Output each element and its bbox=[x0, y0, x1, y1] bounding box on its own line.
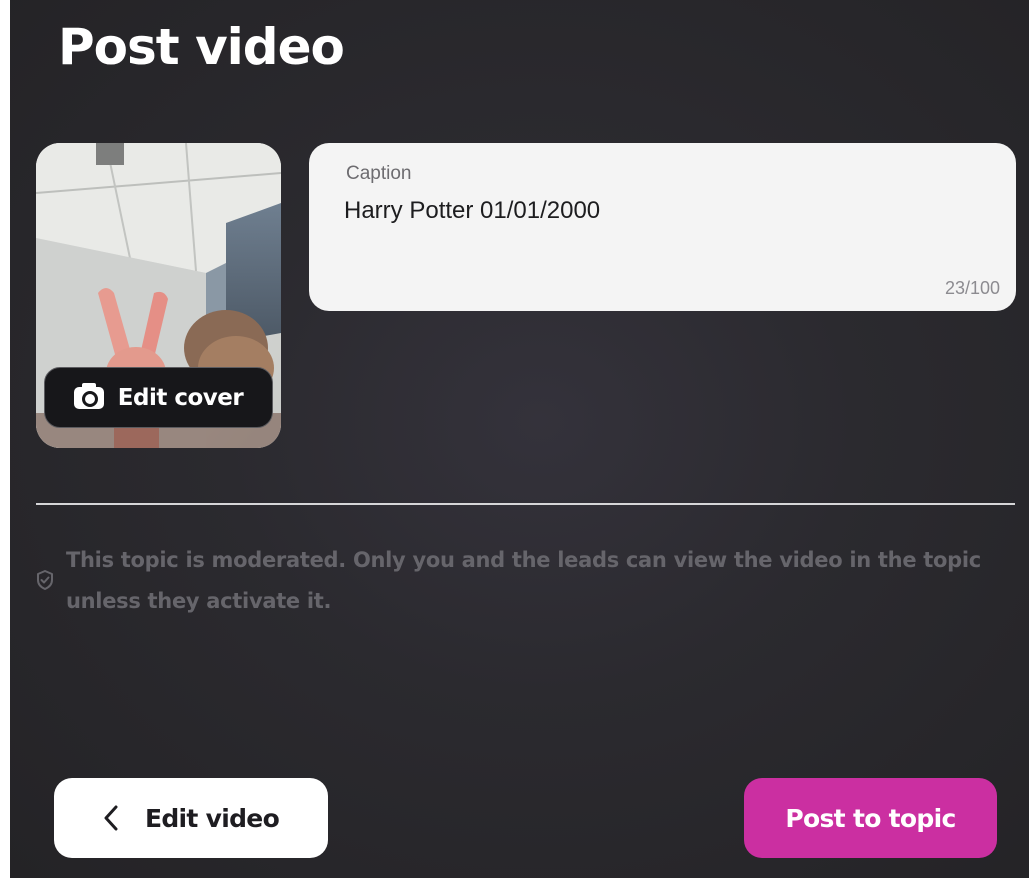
edit-video-label: Edit video bbox=[144, 803, 280, 833]
page-title: Post video bbox=[58, 18, 345, 76]
post-to-topic-button[interactable]: Post to topic bbox=[744, 778, 997, 858]
caption-input[interactable] bbox=[344, 197, 974, 225]
edit-video-button[interactable]: Edit video bbox=[54, 778, 328, 858]
caption-label: Caption bbox=[346, 163, 412, 184]
edit-cover-label: Edit cover bbox=[117, 384, 244, 411]
chevron-left-icon bbox=[104, 805, 118, 831]
caption-character-count: 23/100 bbox=[944, 278, 1000, 298]
shield-check-icon bbox=[37, 570, 53, 590]
caption-field[interactable]: Caption 23/100 bbox=[309, 143, 1016, 311]
post-to-topic-label: Post to topic bbox=[785, 803, 956, 833]
video-cover-thumbnail[interactable]: Edit cover bbox=[36, 143, 281, 448]
moderation-notice-text: This topic is moderated. Only you and th… bbox=[66, 548, 981, 613]
camera-icon bbox=[73, 382, 104, 409]
post-video-panel: Post video Edit cover Caption Harry Pott… bbox=[10, 0, 1029, 878]
edit-cover-button[interactable]: Edit cover bbox=[44, 367, 273, 428]
divider bbox=[36, 503, 1015, 505]
moderation-notice: This topic is moderated. Only you and th… bbox=[36, 540, 996, 622]
